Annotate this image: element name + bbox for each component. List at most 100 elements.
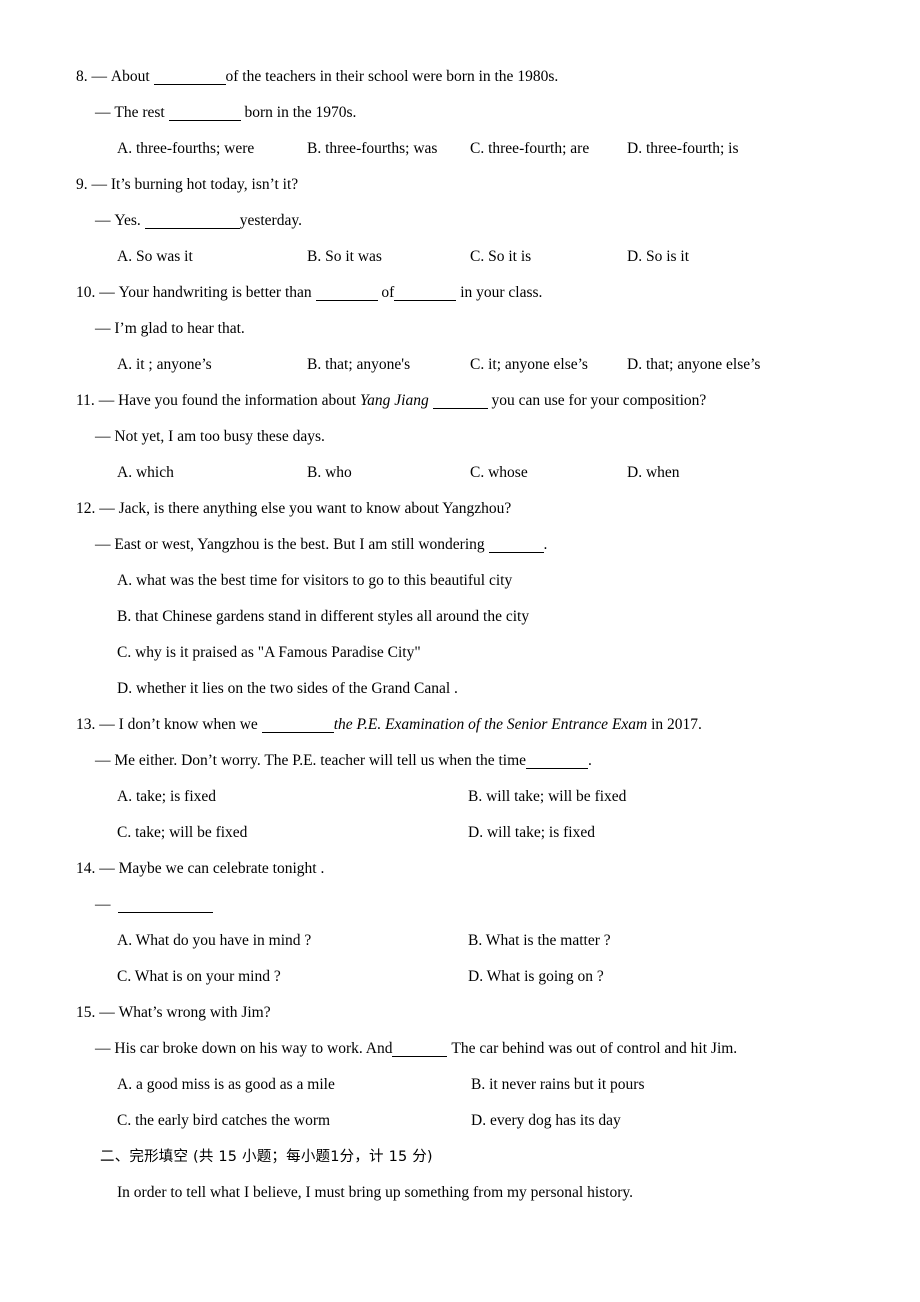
question-11-number: 11. xyxy=(76,391,95,409)
question-10-option-c[interactable]: C. it; anyone else’s xyxy=(470,356,627,373)
question-11-option-c[interactable]: C. whose xyxy=(470,464,627,481)
question-9-reply-before: Yes. xyxy=(114,211,141,229)
question-10-reply-text: I’m glad to hear that. xyxy=(114,319,245,337)
question-12-option-a[interactable]: A. what was the best time for visitors t… xyxy=(117,572,512,589)
question-12-option-c[interactable]: C. why is it praised as "A Famous Paradi… xyxy=(117,644,421,661)
question-13-option-c[interactable]: C. take; will be fixed xyxy=(117,824,468,841)
question-11-option-d[interactable]: D. when xyxy=(627,464,680,481)
question-10-number: 10. xyxy=(76,283,96,301)
question-13-blank-1[interactable] xyxy=(261,718,334,733)
question-13-stem: 13. — I don’t know when we the P.E. Exam… xyxy=(60,696,860,733)
question-10-dash: — xyxy=(99,283,115,301)
question-9-option-a[interactable]: A. So was it xyxy=(117,248,307,265)
question-8: 8. — About of the teachers in their scho… xyxy=(60,48,860,156)
question-13-stem-before: I don’t know when we xyxy=(118,715,258,733)
question-11-stem-before: Have you found the information about xyxy=(118,391,357,409)
question-8-option-d[interactable]: D. three-fourth; is xyxy=(627,140,738,157)
question-12-option-d-row: D. whether it lies on the two sides of t… xyxy=(60,660,860,696)
question-15-option-d[interactable]: D. every dog has its day xyxy=(471,1112,621,1129)
question-11-stem-italic: Yang Jiang xyxy=(359,391,429,409)
question-10-option-d[interactable]: D. that; anyone else’s xyxy=(627,356,760,373)
question-11-blank-1[interactable] xyxy=(432,394,488,409)
question-12-number: 12. xyxy=(76,499,96,517)
section-heading-text: 二、完形填空 (共 15 小题；每小题1分，计 15 分) xyxy=(100,1148,433,1165)
question-14-dash: — xyxy=(99,859,115,877)
question-11: 11. — Have you found the information abo… xyxy=(60,372,860,480)
question-8-option-a[interactable]: A. three-fourths; were xyxy=(117,140,307,157)
question-13-reply-after: . xyxy=(588,751,592,769)
question-8-reply-before: The rest xyxy=(114,103,165,121)
question-10-stem: 10. — Your handwriting is better than of… xyxy=(60,264,860,301)
question-8-blank-2[interactable] xyxy=(168,106,241,121)
question-13-options-row-1: A. take; is fixed B. will take; will be f… xyxy=(60,768,860,804)
question-14-stem: 14. — Maybe we can celebrate tonight . xyxy=(60,840,860,876)
question-11-option-b[interactable]: B. who xyxy=(307,464,470,481)
question-15-number: 15. xyxy=(76,1003,96,1021)
question-8-reply: — The rest born in the 1970s. xyxy=(60,84,860,121)
question-9-stem: 9. — It’s burning hot today, isn’t it? xyxy=(60,156,860,192)
question-9-blank-1[interactable] xyxy=(144,214,240,229)
question-12-stem-text: Jack, is there anything else you want to… xyxy=(118,499,512,517)
question-9-option-d[interactable]: D. So is it xyxy=(627,248,689,265)
question-9-stem-text: It’s burning hot today, isn’t it? xyxy=(110,175,299,193)
question-9-option-b[interactable]: B. So it was xyxy=(307,248,470,265)
question-11-reply-dash: — xyxy=(95,427,111,445)
question-15-options-row-2: C. the early bird catches the worm D. eve… xyxy=(60,1092,860,1128)
question-14-option-a[interactable]: A. What do you have in mind ? xyxy=(117,932,468,949)
question-15: 15. — What’s wrong with Jim? — His car b… xyxy=(60,984,860,1128)
question-10-option-a[interactable]: A. it ; anyone’s xyxy=(117,356,307,373)
question-10-stem-before: Your handwriting is better than xyxy=(118,283,312,301)
question-8-option-c[interactable]: C. three-fourth; are xyxy=(470,140,627,157)
question-15-dash: — xyxy=(99,1003,115,1021)
question-10-blank-1[interactable] xyxy=(315,286,378,301)
question-15-option-b[interactable]: B. it never rains but it pours xyxy=(471,1076,645,1093)
question-13-option-d[interactable]: D. will take; is fixed xyxy=(468,824,595,841)
question-14: 14. — Maybe we can celebrate tonight . —… xyxy=(60,840,860,984)
question-14-reply-dash: — xyxy=(95,895,111,913)
question-12-reply-before: East or west, Yangzhou is the best. But … xyxy=(114,535,485,553)
question-12-dash: — xyxy=(99,499,115,517)
exam-page: 8. — About of the teachers in their scho… xyxy=(0,0,920,1302)
question-13-stem-italic: the P.E. Examination of the Senior Entra… xyxy=(333,715,648,733)
question-14-option-b[interactable]: B. What is the matter ? xyxy=(468,932,611,949)
question-12-option-c-row: C. why is it praised as "A Famous Paradi… xyxy=(60,624,860,660)
question-13-reply-dash: — xyxy=(95,751,111,769)
question-13-reply: — Me either. Don’t worry. The P.E. teach… xyxy=(60,732,860,769)
question-11-stem: 11. — Have you found the information abo… xyxy=(60,372,860,409)
cloze-passage-first-line: In order to tell what I believe, I must … xyxy=(60,1164,860,1200)
question-14-option-d[interactable]: D. What is going on ? xyxy=(468,968,604,985)
question-12-blank-1[interactable] xyxy=(488,538,544,553)
question-13-reply-before: Me either. Don’t worry. The P.E. teacher… xyxy=(114,751,527,769)
question-8-blank-1[interactable] xyxy=(153,70,226,85)
question-14-option-c[interactable]: C. What is on your mind ? xyxy=(117,968,468,985)
question-13: 13. — I don’t know when we the P.E. Exam… xyxy=(60,696,860,840)
question-9-reply-dash: — xyxy=(95,211,111,229)
question-12-option-b[interactable]: B. that Chinese gardens stand in differe… xyxy=(117,608,529,625)
question-10-option-b[interactable]: B. that; anyone's xyxy=(307,356,470,373)
question-12-option-d[interactable]: D. whether it lies on the two sides of t… xyxy=(117,680,458,697)
question-10-blank-2[interactable] xyxy=(394,286,457,301)
question-8-option-b[interactable]: B. three-fourths; was xyxy=(307,140,470,157)
question-8-number: 8. xyxy=(76,67,88,85)
question-15-option-a[interactable]: A. a good miss is as good as a mile xyxy=(117,1076,471,1093)
question-11-option-a[interactable]: A. which xyxy=(117,464,307,481)
question-15-blank-1[interactable] xyxy=(392,1042,448,1057)
question-10: 10. — Your handwriting is better than of… xyxy=(60,264,860,372)
question-12-reply-after: . xyxy=(543,535,548,553)
question-9-options: A. So was it B. So it was C. So it is D. So… xyxy=(60,228,860,264)
question-14-blank-1[interactable] xyxy=(118,898,214,913)
question-9-reply: — Yes. yesterday. xyxy=(60,192,860,229)
question-15-option-c[interactable]: C. the early bird catches the worm xyxy=(117,1112,471,1129)
question-9: 9. — It’s burning hot today, isn’t it? —… xyxy=(60,156,860,264)
question-10-stem-middle: of xyxy=(381,283,395,301)
question-9-option-c[interactable]: C. So it is xyxy=(470,248,627,265)
question-13-blank-2[interactable] xyxy=(526,754,589,769)
question-11-dash: — xyxy=(98,391,115,409)
question-10-reply: — I’m glad to hear that. xyxy=(60,300,860,336)
question-13-option-a[interactable]: A. take; is fixed xyxy=(117,788,468,805)
question-13-option-b[interactable]: B. will take; will be fixed xyxy=(468,788,626,805)
question-9-number: 9. xyxy=(76,175,88,193)
question-10-reply-dash: — xyxy=(95,319,111,337)
question-11-reply: — Not yet, I am too busy these days. xyxy=(60,408,860,444)
question-11-stem-after: you can use for your composition? xyxy=(491,391,707,409)
